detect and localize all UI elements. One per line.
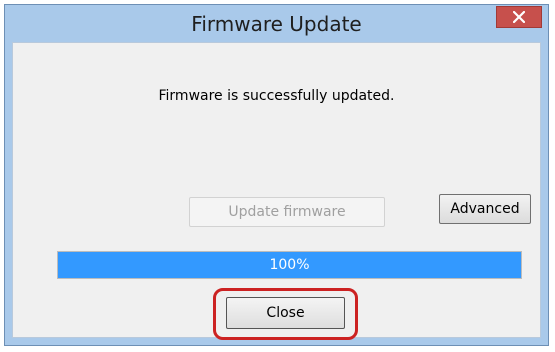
progress-label: 100% <box>269 257 310 273</box>
dialog-window: Firmware Update Firmware is successfully… <box>4 4 549 346</box>
dialog-body: Firmware is successfully updated. Update… <box>12 42 541 340</box>
window-title: Firmware Update <box>191 12 362 36</box>
advanced-button[interactable]: Advanced <box>439 194 531 224</box>
progress-bar: 100% <box>57 251 522 279</box>
status-message: Firmware is successfully updated. <box>158 88 395 104</box>
title-bar[interactable]: Firmware Update <box>5 5 548 41</box>
close-button[interactable]: Close <box>226 297 345 329</box>
window-close-button[interactable] <box>496 6 542 28</box>
close-icon <box>513 11 525 23</box>
update-firmware-button[interactable]: Update firmware <box>189 197 385 227</box>
